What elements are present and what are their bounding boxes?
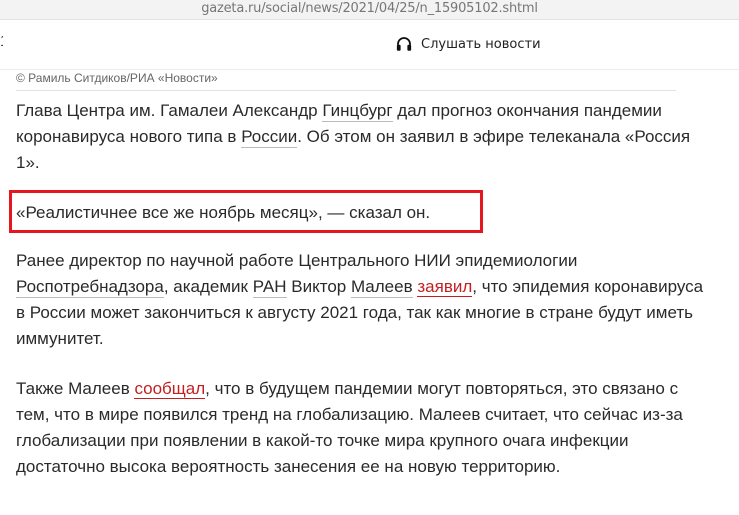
link-soobshal[interactable]: сообщал — [134, 379, 206, 399]
text: Также Малеев — [16, 379, 135, 398]
text: Виктор — [286, 277, 351, 296]
address-bar[interactable]: gazeta.ru/social/news/2021/04/25/n_15905… — [0, 0, 739, 20]
site-toolbar: 1 Слушать новости — [0, 20, 739, 70]
article-paragraph-1: Глава Центра им. Гамалеи Александр Гинцб… — [16, 98, 716, 176]
url-text: gazeta.ru/social/news/2021/04/25/n_15905… — [201, 1, 538, 16]
text: Глава Центра им. Гамалеи Александр — [16, 101, 323, 120]
listen-news-button[interactable]: Слушать новости — [395, 34, 541, 54]
link-rospotrebnadzor[interactable]: Роспотребнадзора — [16, 277, 164, 298]
clipped-edge-glyph: 1 — [0, 34, 3, 50]
text: , академик — [163, 277, 253, 296]
link-ran[interactable]: РАН — [252, 277, 287, 298]
photo-credit: © Рамиль Ситдиков/РИА «Новости» — [16, 70, 676, 91]
article-paragraph-2: Ранее директор по научной работе Централ… — [16, 248, 716, 352]
listen-news-label: Слушать новости — [421, 36, 541, 52]
link-gintsburg[interactable]: Гинцбург — [322, 101, 393, 122]
quote-paragraph: «Реалистичнее все же ноябрь месяц», — ск… — [16, 203, 431, 222]
article-paragraph-3: Также Малеев сообщал, что в будущем панд… — [16, 376, 716, 480]
text: Ранее директор по научной работе Централ… — [16, 251, 578, 270]
link-zayavil[interactable]: заявил — [417, 277, 473, 297]
link-russia[interactable]: России — [241, 127, 298, 148]
headphones-icon — [395, 35, 413, 53]
link-maleev[interactable]: Малеев — [350, 277, 413, 298]
